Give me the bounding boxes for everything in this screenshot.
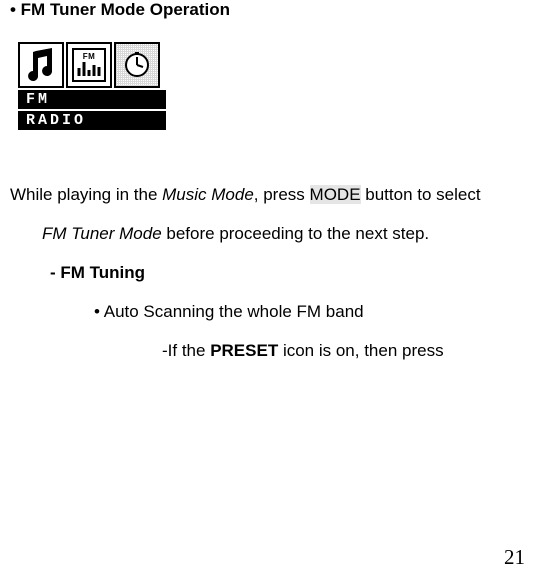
text: While playing in the <box>10 185 162 204</box>
equalizer-bars-icon <box>78 62 101 76</box>
clock-icon <box>114 42 160 88</box>
text: -If the <box>162 341 210 360</box>
fm-icon-label: FM <box>82 52 97 61</box>
device-screen-illustration: FM FM <box>18 42 529 130</box>
preset-label: PRESET <box>210 341 278 360</box>
text: before proceeding to the next step. <box>162 224 429 243</box>
instruction-line-1: While playing in the Music Mode, press M… <box>10 175 529 214</box>
screen-line-2: RADIO <box>18 111 166 130</box>
music-note-icon <box>18 42 64 88</box>
page-number: 21 <box>504 545 525 570</box>
text: button to select <box>361 185 481 204</box>
screen-line-1: FM <box>18 90 166 109</box>
fm-radio-icon: FM <box>66 42 112 88</box>
instruction-line-2: FM Tuner Mode before proceeding to the n… <box>10 214 529 253</box>
bullet-auto-scanning: • Auto Scanning the whole FM band <box>10 292 529 331</box>
sub-bullet-preset: -If the PRESET icon is on, then press <box>10 331 529 370</box>
sub-heading-fm-tuning: - FM Tuning <box>10 253 529 292</box>
section-heading: • FM Tuner Mode Operation <box>10 0 529 20</box>
music-mode-text: Music Mode <box>162 185 254 204</box>
fm-tuner-mode-text: FM Tuner Mode <box>42 224 162 243</box>
mode-button-label: MODE <box>310 185 361 204</box>
text: , press <box>254 185 310 204</box>
text: icon is on, then press <box>278 341 443 360</box>
